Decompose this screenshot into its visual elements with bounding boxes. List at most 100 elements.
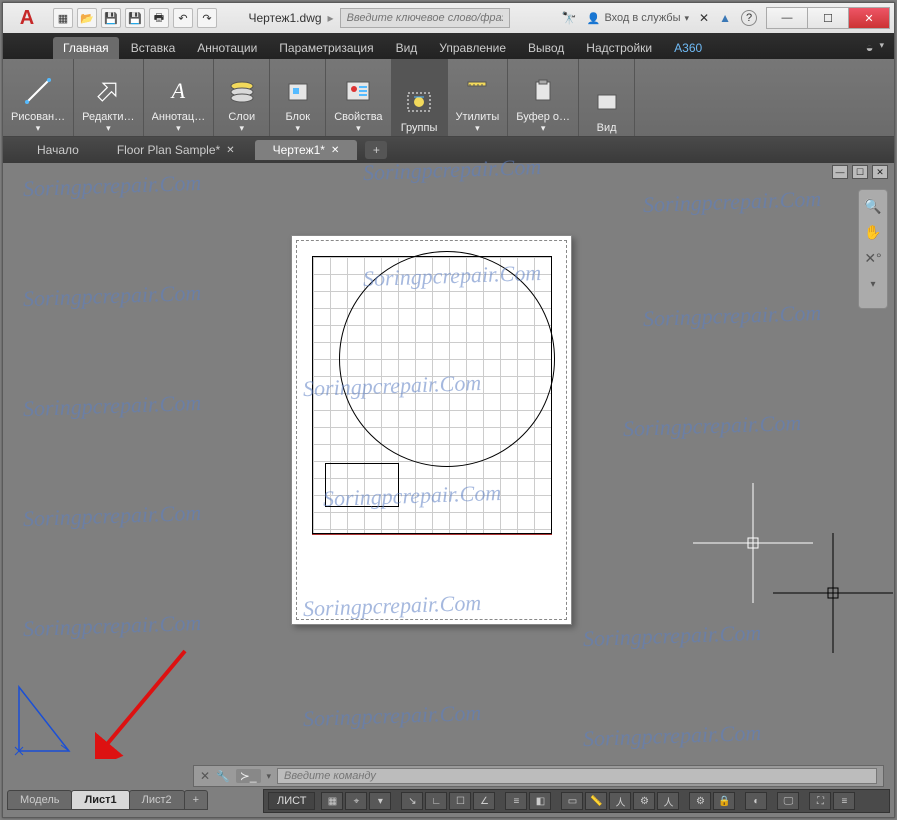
ribbon-tab-addins[interactable]: Надстройки: [576, 37, 662, 59]
lineweight-icon[interactable]: ≡: [505, 792, 527, 810]
ribbon: Рисован…▾ Редакти…▾ AАннотац…▾ Слои▾ Бло…: [3, 59, 894, 137]
minimize-button[interactable]: —: [766, 7, 808, 29]
ribbon-tab-parametric[interactable]: Параметризация: [269, 37, 383, 59]
cmd-customize-icon[interactable]: 🔧: [216, 770, 230, 783]
anno-vis-icon[interactable]: 人: [609, 792, 631, 810]
watermark: Soringpcrepair.Com: [303, 700, 482, 732]
isolate-icon[interactable]: ◐: [745, 792, 767, 810]
ribbon-tab-annotate[interactable]: Аннотации: [187, 37, 267, 59]
title-bar: A ▦ 📂 💾 💾 🖶 ↶ ↷ Чертеж1.dwg ▸ 🔭 👤 Вход в…: [3, 3, 894, 33]
watermark: Soringpcrepair.Com: [23, 280, 202, 312]
viewport-max-button[interactable]: ☐: [852, 165, 868, 179]
panel-properties[interactable]: Свойства▾: [326, 59, 391, 136]
panel-clipboard[interactable]: Буфер о…▾: [508, 59, 579, 136]
viewport-min-button[interactable]: —: [832, 165, 848, 179]
status-mode[interactable]: ЛИСТ: [268, 792, 315, 810]
layout-tabs: Модель Лист1 Лист2 +: [7, 789, 207, 811]
ortho-icon[interactable]: ∟: [425, 792, 447, 810]
qat-undo-icon[interactable]: ↶: [173, 8, 193, 28]
panel-groups[interactable]: Группы: [392, 59, 448, 136]
otrack-icon[interactable]: ∠: [473, 792, 495, 810]
qat-open-icon[interactable]: 📂: [77, 8, 97, 28]
nav-more-icon[interactable]: ▾: [863, 274, 883, 294]
pan-icon[interactable]: ✋: [863, 222, 883, 242]
panel-annotation[interactable]: AАннотац…▾: [144, 59, 215, 136]
ribbon-tab-insert[interactable]: Вставка: [121, 37, 186, 59]
ribbon-tab-view[interactable]: Вид: [386, 37, 428, 59]
watermark: Soringpcrepair.Com: [23, 610, 202, 642]
layout-tab-model[interactable]: Модель: [7, 790, 72, 810]
customize-icon[interactable]: ≡: [833, 792, 855, 810]
qat-print-icon[interactable]: 🖶: [149, 8, 169, 28]
app-logo[interactable]: A: [9, 3, 45, 33]
doctab-floorplan[interactable]: Floor Plan Sample*✕: [99, 140, 253, 160]
lock-ui-icon[interactable]: 🔒: [713, 792, 735, 810]
ribbon-tab-home[interactable]: Главная: [53, 37, 119, 59]
watermark: Soringpcrepair.Com: [583, 620, 762, 652]
anno-scale-icon[interactable]: 人: [657, 792, 679, 810]
ribbon-tab-output[interactable]: Вывод: [518, 37, 574, 59]
status-bar: ЛИСТ ▦ ⌖ ▾ ↘ ∟ ☐ ∠ ≡ ◧ ▭ 📏 人 ⚙ 人 ⚙ 🔒 ◐ 🖵…: [263, 789, 890, 813]
watermark: Soringpcrepair.Com: [23, 390, 202, 422]
command-bar: ✕ 🔧 ≻_ ▾: [193, 765, 884, 787]
qat-save-icon[interactable]: 💾: [101, 8, 121, 28]
watermark: Soringpcrepair.Com: [643, 300, 822, 332]
scale-icon[interactable]: 📏: [585, 792, 607, 810]
document-title: Чертеж1.dwg: [249, 11, 322, 25]
close-icon[interactable]: ✕: [226, 145, 234, 156]
transparency-icon[interactable]: ◧: [529, 792, 551, 810]
qat-saveas-icon[interactable]: 💾: [125, 8, 145, 28]
doctab-start[interactable]: Начало: [19, 140, 97, 160]
maximize-button[interactable]: ☐: [807, 7, 849, 29]
drawing-grid: [312, 256, 552, 534]
signin-button[interactable]: 👤 Вход в службы ▾: [587, 12, 689, 25]
binoculars-icon[interactable]: 🔭: [562, 11, 577, 25]
annotation-arrow: [95, 649, 195, 759]
cleanscreen-icon[interactable]: ⛶: [809, 792, 831, 810]
help-icon[interactable]: ?: [741, 10, 757, 26]
qat-new-icon[interactable]: ▦: [53, 8, 73, 28]
keyword-search-input[interactable]: [340, 8, 510, 28]
window-controls: — ☐ ✕: [767, 7, 890, 29]
document-tabs: Начало Floor Plan Sample*✕ Чертеж1*✕ +: [3, 137, 894, 163]
ribbon-tab-manage[interactable]: Управление: [429, 37, 516, 59]
workspace-icon[interactable]: ⚙: [689, 792, 711, 810]
grid-icon[interactable]: ▦: [321, 792, 343, 810]
quick-access-toolbar: ▦ 📂 💾 💾 🖶 ↶ ↷: [53, 8, 217, 28]
close-icon[interactable]: ✕: [331, 145, 339, 156]
anno-auto-icon[interactable]: ⚙: [633, 792, 655, 810]
hardware-icon[interactable]: 🖵: [777, 792, 799, 810]
osnap-icon[interactable]: ☐: [449, 792, 471, 810]
panel-modify[interactable]: Редакти…▾: [74, 59, 143, 136]
qat-redo-icon[interactable]: ↷: [197, 8, 217, 28]
layout-tab-sheet1[interactable]: Лист1: [71, 790, 129, 810]
watermark: Soringpcrepair.Com: [643, 186, 822, 218]
command-input[interactable]: [277, 768, 877, 784]
baseline: [312, 534, 552, 535]
exchange-icon[interactable]: ✕: [699, 11, 709, 25]
autodesk-icon[interactable]: ▲: [719, 11, 731, 25]
viewport-close-button[interactable]: ✕: [872, 165, 888, 179]
ribbon-tab-a360[interactable]: A360: [664, 37, 712, 59]
doctab-current[interactable]: Чертеж1*✕: [255, 140, 358, 160]
zoom-extents-icon[interactable]: 🔍: [863, 196, 883, 216]
add-doc-button[interactable]: +: [365, 141, 387, 159]
panel-utilities[interactable]: Утилиты▾: [448, 59, 509, 136]
panel-draw[interactable]: Рисован…▾: [3, 59, 74, 136]
watermark: Soringpcrepair.Com: [583, 720, 762, 752]
cmd-close-icon[interactable]: ✕: [200, 769, 210, 783]
ribbon-focus-icon[interactable]: ◒: [866, 40, 874, 55]
panel-block[interactable]: Блок▾: [270, 59, 326, 136]
selection-icon[interactable]: ▭: [561, 792, 583, 810]
snap-drop-icon[interactable]: ▾: [369, 792, 391, 810]
panel-layers[interactable]: Слои▾: [214, 59, 270, 136]
ucs-icon: [11, 679, 81, 759]
snap-icon[interactable]: ⌖: [345, 792, 367, 810]
close-button[interactable]: ✕: [848, 7, 890, 29]
layout-tab-sheet2[interactable]: Лист2: [129, 790, 185, 810]
polar-icon[interactable]: ↘: [401, 792, 423, 810]
orbit-icon[interactable]: ✕°: [863, 248, 883, 268]
panel-view[interactable]: Вид: [579, 59, 635, 136]
layout-add-button[interactable]: +: [184, 790, 208, 810]
watermark: Soringpcrepair.Com: [23, 170, 202, 202]
